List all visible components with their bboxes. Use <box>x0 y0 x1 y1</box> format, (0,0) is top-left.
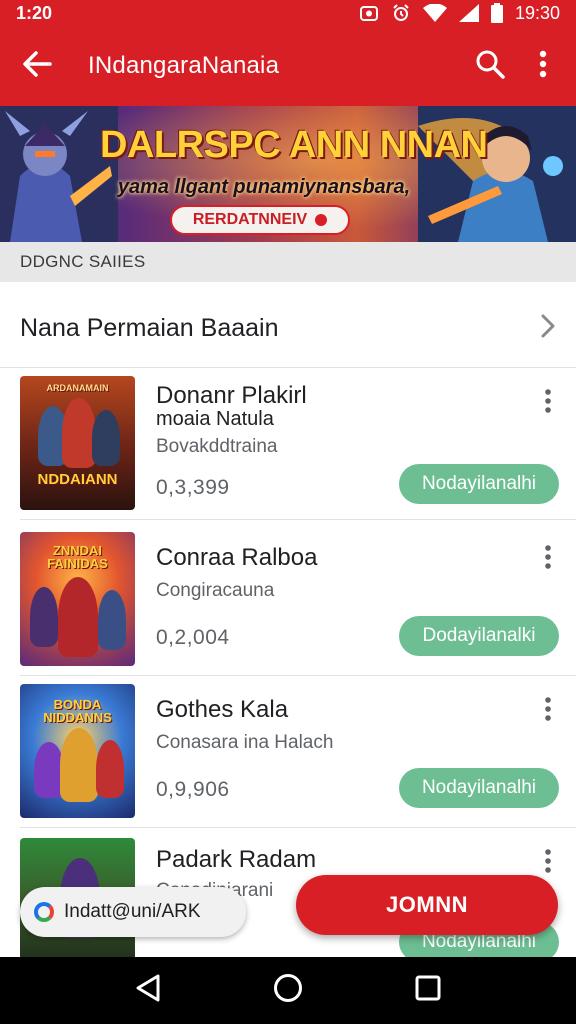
item-more-button[interactable] <box>536 544 560 574</box>
join-button[interactable]: JOMNN <box>296 875 558 935</box>
game-subtitle: Bovakddtraina <box>156 436 278 457</box>
app-bar-actions <box>462 26 576 106</box>
thumbnail-figure <box>30 587 58 647</box>
thumbnail-banner-text: ARDANAMAIN <box>46 383 109 393</box>
app-bar: INdangaraNanaia <box>0 26 576 106</box>
recents-square-icon <box>415 975 441 1006</box>
game-list-item[interactable]: ZNNDAI FAINIDAS Conraa Ralboa Congiracau… <box>0 524 576 676</box>
browser-chip-label: Indatt@uni/ARK <box>64 901 201 922</box>
game-thumbnail: ARDANAMAIN NDDAIANN <box>20 376 135 510</box>
banner-cta-button[interactable]: RERDATNNEIV <box>170 205 350 235</box>
thumbnail-figure <box>58 577 98 657</box>
battery-icon <box>490 3 503 23</box>
banner-cta-label: RERDATNNEIV <box>192 211 308 228</box>
signal-icon <box>458 4 479 22</box>
more-vert-icon <box>539 50 547 83</box>
item-more-button[interactable] <box>536 388 560 418</box>
status-time-right: 19:30 <box>514 2 560 23</box>
thumbnail-title: ZNNDAI FAINIDAS <box>47 543 108 571</box>
thumbnail-title: BONDA NIDDANNS <box>43 697 112 725</box>
more-vert-icon <box>545 848 551 878</box>
list-header-title: Nana Permaian Baaain <box>20 314 279 342</box>
status-time-left: 1:20 <box>16 2 53 23</box>
thumbnail-figure <box>92 410 120 466</box>
game-thumbnail: BONDA NIDDANNS <box>20 684 135 818</box>
banner-subheadline: yama llgant punamiynansbara, <box>117 176 411 198</box>
banner-headline: DALRSPC ANN NNAN <box>100 124 488 166</box>
nav-home-button[interactable] <box>258 961 318 1021</box>
game-list-item[interactable]: BONDA NIDDANNS Gothes Kala Conasara ina … <box>0 676 576 828</box>
record-dot-icon <box>315 214 328 226</box>
back-button[interactable] <box>0 26 74 106</box>
promo-banner[interactable]: DALRSPC ANN NNAN yama llgant punamiynans… <box>0 106 576 242</box>
game-list-item[interactable]: ARDANAMAIN NDDAIANN Donanr Plakirl moaia… <box>0 368 576 520</box>
game-name: Padark Radam <box>156 846 317 873</box>
list-header[interactable]: Nana Permaian Baaain <box>0 290 576 368</box>
back-triangle-icon <box>135 974 161 1007</box>
thumbnail-figure <box>98 590 126 650</box>
camera-icon <box>359 4 379 22</box>
alarm-icon <box>391 3 411 23</box>
status-icons: 19:30 <box>359 3 560 24</box>
nav-recents-button[interactable] <box>398 961 458 1021</box>
game-price: 0,9,906 <box>156 778 230 801</box>
thumbnail-figure <box>60 728 98 802</box>
install-button[interactable]: Dodayilanalki <box>399 616 559 656</box>
thumbnail-figure <box>96 740 124 798</box>
game-name: Conraa Ralboa <box>156 544 318 571</box>
game-price: 0,2,004 <box>156 626 230 649</box>
home-circle-icon <box>273 973 303 1008</box>
chrome-icon <box>34 902 54 922</box>
thumbnail-figure <box>62 398 96 468</box>
search-icon <box>475 49 505 84</box>
status-bar: 1:20 19:30 <box>0 0 576 26</box>
item-more-button[interactable] <box>536 848 560 878</box>
app-title: INdangaraNanaia <box>88 52 280 79</box>
game-subtitle: Congiracauna <box>156 580 275 601</box>
game-price: 0,3,399 <box>156 476 230 499</box>
back-arrow-icon <box>22 50 52 82</box>
chevron-right-icon <box>540 313 556 344</box>
item-more-button[interactable] <box>536 696 560 726</box>
section-strip: DDGNC SAIIES <box>0 242 576 282</box>
game-name-line2: moaia Natula <box>156 408 274 430</box>
section-strip-label: DDGNC SAIIES <box>20 252 146 271</box>
game-name: Donanr Plakirl <box>156 382 307 409</box>
thumbnail-title: NDDAIANN <box>37 471 118 488</box>
system-nav-bar <box>0 957 576 1024</box>
install-button[interactable]: Nodayilanalhi <box>399 464 559 504</box>
more-vert-icon <box>545 388 551 418</box>
browser-chip[interactable]: Indatt@uni/ARK <box>20 887 246 937</box>
nav-back-button[interactable] <box>118 961 178 1021</box>
wifi-icon <box>422 4 447 22</box>
row-divider <box>20 519 576 520</box>
game-subtitle: Conasara ina Halach <box>156 732 334 753</box>
more-vert-icon <box>545 544 551 574</box>
more-options-button[interactable] <box>518 26 568 106</box>
row-divider <box>20 827 576 828</box>
install-button[interactable]: Nodayilanalhi <box>399 768 559 808</box>
more-vert-icon <box>545 696 551 726</box>
game-thumbnail: ZNNDAI FAINIDAS <box>20 532 135 666</box>
game-name: Gothes Kala <box>156 696 289 723</box>
search-button[interactable] <box>462 26 518 106</box>
